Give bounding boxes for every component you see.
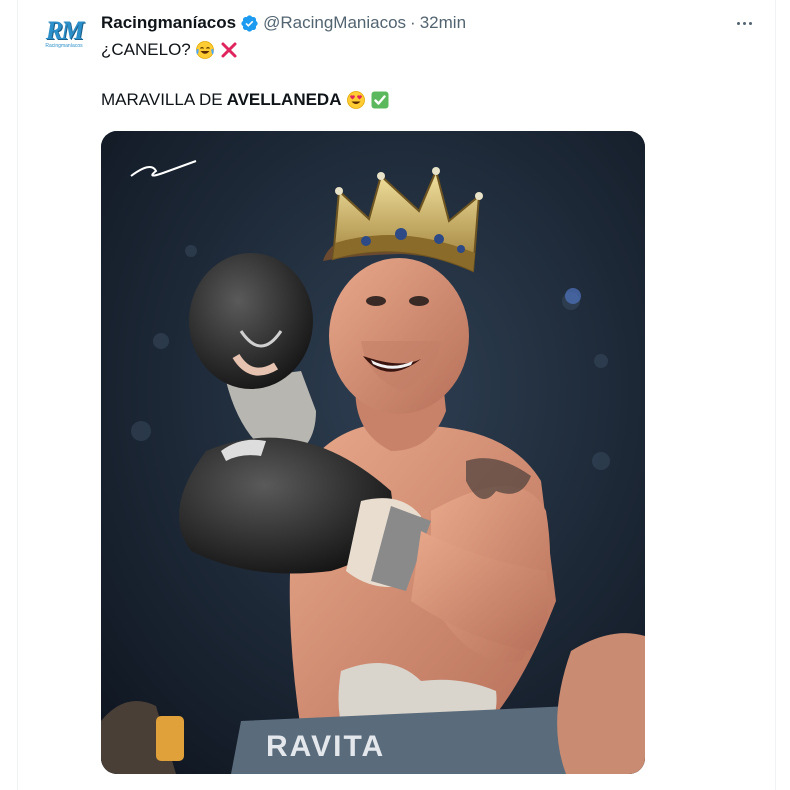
avatar-logo-text: RM <box>45 16 84 45</box>
heart-eyes-emoji <box>346 91 365 109</box>
avatar-logo-subtext: Racingmaníacos <box>45 43 83 49</box>
timeline-border-left <box>17 0 18 790</box>
boxer-with-crown-photo: RAVITA <box>101 131 645 774</box>
check-mark-emoji <box>371 91 388 109</box>
timeline-border-right <box>775 0 776 790</box>
tweet-text-maravilla: MARAVILLA DE <box>101 90 223 109</box>
shorts-text: RAVITA <box>266 730 385 763</box>
cross-mark-emoji <box>221 42 237 58</box>
tears-of-joy-emoji <box>195 41 214 59</box>
display-name[interactable]: Racingmaníacos <box>101 13 236 33</box>
verified-badge-icon <box>241 14 258 32</box>
tweet-text-line-1: ¿CANELO? <box>101 40 239 60</box>
user-handle[interactable]: @RacingManiacos <box>263 13 406 33</box>
tweet-header: Racingmaníacos @RacingManiacos · 32min <box>101 11 466 35</box>
separator-dot: · <box>410 13 416 32</box>
more-options-button[interactable] <box>731 12 757 34</box>
tweet-media-photo[interactable]: RAVITA <box>101 131 645 774</box>
more-options-icon <box>736 21 740 25</box>
tweet-text-avellaneda: AVELLANEDA <box>226 90 342 109</box>
tweet-text-line-2: MARAVILLA DE AVELLANEDA <box>101 90 390 110</box>
tweet-text-canelo: ¿CANELO? <box>101 40 191 59</box>
timestamp[interactable]: 32min <box>420 13 466 33</box>
avatar[interactable]: RM Racingmaníacos <box>40 16 88 52</box>
